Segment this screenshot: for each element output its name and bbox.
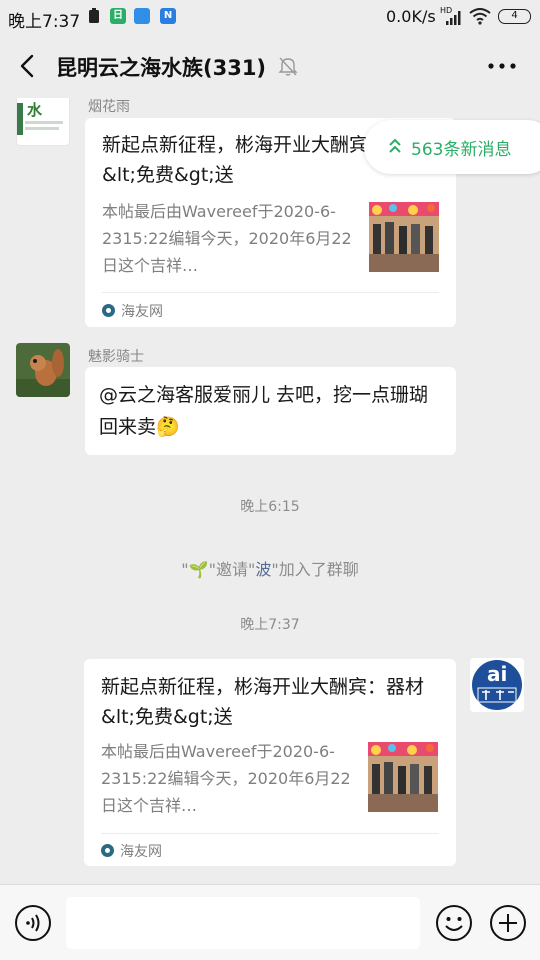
battery-indicator: 4 — [498, 9, 531, 24]
system-message-text: "邀请" — [208, 560, 256, 579]
card-description: 本帖最后由Wavereef于2020-6-2315:22编辑今天，2020年6月… — [101, 742, 351, 815]
link-card[interactable]: 新起点新征程，彬海开业大酬宾：器材&lt;免费&gt;送 本帖最后由Wavere… — [84, 659, 456, 866]
emoji-icon[interactable] — [435, 904, 473, 942]
sprout-icon: 🌱 — [188, 560, 209, 579]
new-messages-button[interactable]: 563条新消息 — [364, 120, 540, 174]
card-thumbnail — [368, 742, 438, 812]
app-notification-icon: 日 — [110, 8, 126, 24]
network-speed: 0.0K/s — [386, 7, 436, 26]
chat-area[interactable]: 水 烟花雨 新起点新征程，彬海开业大酬宾：器材&lt;免费&gt;送 本帖最后由… — [0, 98, 540, 884]
sender-name: 魅影骑士 — [88, 349, 144, 365]
card-divider — [102, 292, 439, 293]
system-message-text: "加入了群聊 — [271, 560, 359, 579]
back-icon[interactable] — [14, 52, 42, 80]
avatar-glyph: ai — [487, 662, 508, 686]
voice-icon[interactable] — [14, 904, 52, 942]
app-notification-icon: N — [160, 8, 176, 24]
card-description: 本帖最后由Wavereef于2020-6-2315:22编辑今天，2020年6月… — [102, 202, 352, 275]
app-notification-icon — [134, 8, 150, 24]
source-icon — [101, 844, 114, 857]
chat-header: 昆明云之海水族(331) — [0, 34, 540, 98]
source-label: 海友网 — [121, 304, 163, 320]
battery-saver-icon — [86, 8, 102, 24]
time-divider: 晚上6:15 — [240, 499, 300, 515]
sender-name: 烟花雨 — [88, 99, 130, 115]
source-label: 海友网 — [120, 844, 162, 860]
chevron-up-icon — [388, 137, 402, 155]
invitee-name[interactable]: 波 — [255, 560, 271, 579]
mute-bell-icon — [277, 55, 299, 77]
plus-icon[interactable] — [489, 904, 527, 942]
system-message: "🌱"邀请"波"加入了群聊 — [0, 556, 540, 580]
card-source: 海友网 — [102, 301, 163, 321]
card-title: 新起点新征程，彬海开业大酬宾：器材&lt;免费&gt;送 — [101, 676, 425, 728]
card-source: 海友网 — [101, 841, 162, 861]
time-divider: 晚上7:37 — [240, 617, 300, 633]
chat-title: 昆明云之海水族(331) — [56, 56, 267, 80]
card-divider — [101, 833, 439, 834]
avatar[interactable]: 水 — [16, 98, 70, 146]
wifi-icon — [469, 8, 491, 29]
avatar[interactable] — [16, 343, 70, 397]
status-bar: 晚上7:37 日 N 0.0K/s HD 4 — [0, 0, 540, 34]
more-icon[interactable] — [486, 54, 518, 78]
message-input[interactable] — [66, 897, 420, 949]
avatar[interactable]: ai — [470, 658, 524, 712]
new-messages-label: 563条新消息 — [411, 140, 512, 160]
system-message-text: " — [181, 560, 189, 579]
avatar-glyph: 水 — [27, 101, 43, 119]
source-icon — [102, 304, 115, 317]
message-bubble[interactable]: @云之海客服爱丽儿 去吧，挖一点珊瑚回来卖🤔 — [85, 367, 456, 455]
input-bar — [0, 884, 540, 960]
signal-icon — [446, 10, 462, 29]
card-thumbnail — [369, 202, 439, 272]
status-time: 晚上7:37 — [8, 12, 81, 32]
